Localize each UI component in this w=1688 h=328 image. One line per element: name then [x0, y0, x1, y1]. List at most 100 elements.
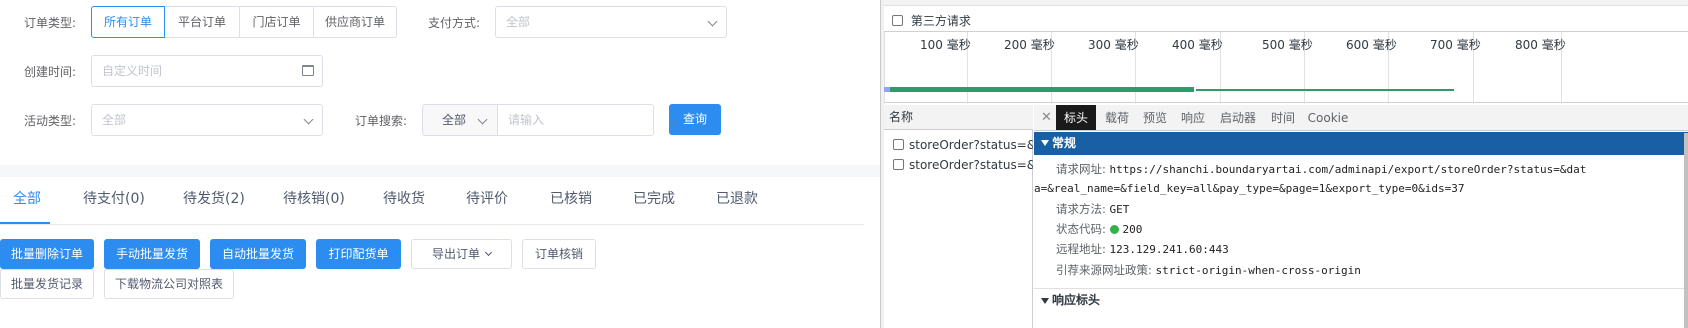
search-scope-select[interactable]: 全部 — [422, 104, 499, 136]
export-orders-label: 导出订单 — [431, 247, 480, 261]
third-party-label: 第三方请求 — [910, 14, 971, 28]
referrer-policy-key: 引荐来源网址政策: — [1056, 263, 1152, 277]
name-column-header[interactable]: 名称 — [884, 105, 1033, 130]
tab-pending-verification[interactable]: 待核销(0) — [283, 188, 345, 208]
order-search-placeholder: 请输入 — [508, 113, 545, 127]
request-url-row: 请求网址: https://shanchi.boundaryartai.com/… — [1056, 161, 1586, 177]
third-party-requests-toggle[interactable]: 第三方请求 — [892, 12, 971, 29]
tab-pending-review[interactable]: 待评价 — [466, 188, 508, 208]
order-type-segmented: 所有订单 平台订单 门店订单 供应商订单 — [91, 6, 397, 38]
order-search-input[interactable]: 请输入 — [497, 104, 654, 136]
scrollbar-thumb[interactable] — [1684, 133, 1688, 328]
tab-divider — [0, 224, 864, 225]
method-row: 请求方法: GET — [1056, 201, 1129, 217]
timeline-tick-label: 700 毫秒 — [1430, 38, 1481, 52]
order-search-label: 订单搜索: — [355, 114, 408, 128]
chevron-down-icon — [484, 248, 493, 257]
tab-cookie[interactable]: Cookie — [1304, 105, 1352, 130]
timeline-tick-label: 100 毫秒 — [920, 38, 971, 52]
general-section-title: 常规 — [1052, 136, 1077, 150]
tab-pending-payment[interactable]: 待支付(0) — [83, 188, 145, 208]
referrer-policy-row: 引荐来源网址政策: strict-origin-when-cross-origi… — [1056, 262, 1361, 278]
tab-initiator[interactable]: 启动器 — [1214, 105, 1262, 130]
devtools-toolbar — [884, 0, 1688, 6]
tab-refunded[interactable]: 已退款 — [716, 188, 758, 208]
calendar-icon — [302, 65, 314, 76]
timeline-tick-label: 800 毫秒 — [1515, 38, 1566, 52]
batch-ship-records-button[interactable]: 批量发货记录 — [0, 269, 94, 299]
download-carrier-table-button[interactable]: 下载物流公司对照表 — [104, 269, 234, 299]
tab-payload[interactable]: 载荷 — [1100, 105, 1134, 130]
close-icon[interactable]: ✕ — [1041, 105, 1052, 130]
order-type-option-supplier[interactable]: 供应商订单 — [313, 6, 397, 38]
request-name: storeOrder?status=&d... — [909, 138, 1033, 152]
batch-delete-button[interactable]: 批量删除订单 — [0, 239, 94, 269]
request-url-row-cont: a=&real_name=&field_key=all&pay_type=&pa… — [1034, 181, 1464, 195]
response-headers-section-header[interactable]: 响应标头 — [1034, 288, 1688, 308]
created-time-placeholder: 自定义时间 — [102, 64, 163, 78]
timeline-tick-label: 400 毫秒 — [1172, 38, 1223, 52]
request-icon — [893, 139, 904, 150]
order-type-option-platform[interactable]: 平台订单 — [165, 6, 239, 38]
tab-verified[interactable]: 已核销 — [550, 188, 592, 208]
remote-address-value: 123.129.241.60:443 — [1109, 243, 1229, 256]
referrer-policy-value: strict-origin-when-cross-origin — [1155, 264, 1361, 277]
tab-response[interactable]: 响应 — [1176, 105, 1210, 130]
triangle-down-icon — [1041, 298, 1049, 304]
status-value: 200 — [1122, 223, 1143, 236]
request-url-value-cont: a=&real_name=&field_key=all&pay_type=&pa… — [1034, 182, 1465, 195]
tab-pending-shipment[interactable]: 待发货(2) — [183, 188, 245, 208]
pay-method-placeholder: 全部 — [506, 15, 531, 29]
print-picking-list-button[interactable]: 打印配货单 — [316, 239, 401, 269]
request-url-value: https://shanchi.boundaryartai.com/admina… — [1109, 163, 1587, 176]
general-section-header[interactable]: 常规 — [1034, 132, 1688, 155]
tab-completed[interactable]: 已完成 — [633, 188, 675, 208]
timeline-tick-label: 500 毫秒 — [1262, 38, 1313, 52]
auto-batch-ship-button[interactable]: 自动批量发货 — [210, 239, 306, 269]
response-headers-title: 响应标头 — [1052, 293, 1101, 307]
activity-type-label: 活动类型: — [24, 114, 77, 128]
network-timeline[interactable]: 100 毫秒 200 毫秒 300 毫秒 400 毫秒 500 毫秒 600 毫… — [884, 31, 1688, 104]
timeline-tick-label: 200 毫秒 — [1004, 38, 1055, 52]
order-type-option-store[interactable]: 门店订单 — [239, 6, 313, 38]
request-timing-bar — [884, 87, 1194, 92]
request-list: 名称 storeOrder?status=&d... storeOrder?st… — [884, 105, 1033, 328]
export-orders-dropdown[interactable]: 导出订单 — [411, 239, 512, 269]
request-timing-bar — [1196, 89, 1454, 91]
remote-address-key: 远程地址: — [1056, 242, 1106, 256]
status-key: 状态代码: — [1056, 222, 1106, 236]
tab-timing[interactable]: 时间 — [1266, 105, 1300, 130]
timeline-gridline — [884, 32, 885, 104]
request-name: storeOrder?status=&d... — [909, 158, 1033, 172]
devtools-network-panel: 第三方请求 100 毫秒 200 毫秒 300 毫秒 400 毫秒 500 毫秒… — [884, 0, 1688, 328]
search-scope-value: 全部 — [442, 113, 467, 127]
pay-method-label: 支付方式: — [428, 16, 481, 30]
pay-method-select[interactable]: 全部 — [495, 6, 727, 38]
manual-batch-ship-button[interactable]: 手动批量发货 — [104, 239, 200, 269]
request-row[interactable]: storeOrder?status=&d... — [884, 135, 1033, 155]
checkbox[interactable] — [892, 15, 903, 26]
status-row: 状态代码: 200 — [1056, 221, 1142, 237]
order-type-option-all[interactable]: 所有订单 — [91, 6, 165, 38]
tab-preview[interactable]: 预览 — [1138, 105, 1172, 130]
created-time-picker[interactable]: 自定义时间 — [91, 55, 323, 87]
order-type-label: 订单类型: — [24, 16, 77, 30]
method-key: 请求方法: — [1056, 202, 1106, 216]
section-divider — [0, 165, 880, 177]
created-time-label: 创建时间: — [24, 65, 77, 79]
tab-pending-receipt[interactable]: 待收货 — [383, 188, 425, 208]
tab-all[interactable]: 全部 — [13, 188, 41, 208]
order-management-page: 订单类型: 所有订单 平台订单 门店订单 供应商订单 支付方式: 全部 创建时间… — [0, 0, 880, 328]
query-button[interactable]: 查询 — [669, 104, 721, 135]
chevron-down-icon — [707, 16, 718, 27]
request-row[interactable]: storeOrder?status=&d... — [884, 155, 1033, 175]
status-ok-icon — [1109, 225, 1119, 234]
request-url-key: 请求网址: — [1056, 162, 1106, 176]
order-verify-button[interactable]: 订单核销 — [522, 239, 596, 269]
method-value: GET — [1109, 203, 1130, 216]
timeline-tick-label: 300 毫秒 — [1088, 38, 1139, 52]
request-icon — [893, 159, 904, 170]
activity-type-select[interactable]: 全部 — [91, 104, 323, 136]
activity-type-placeholder: 全部 — [102, 113, 127, 127]
tab-headers[interactable]: 标头 — [1056, 105, 1096, 130]
